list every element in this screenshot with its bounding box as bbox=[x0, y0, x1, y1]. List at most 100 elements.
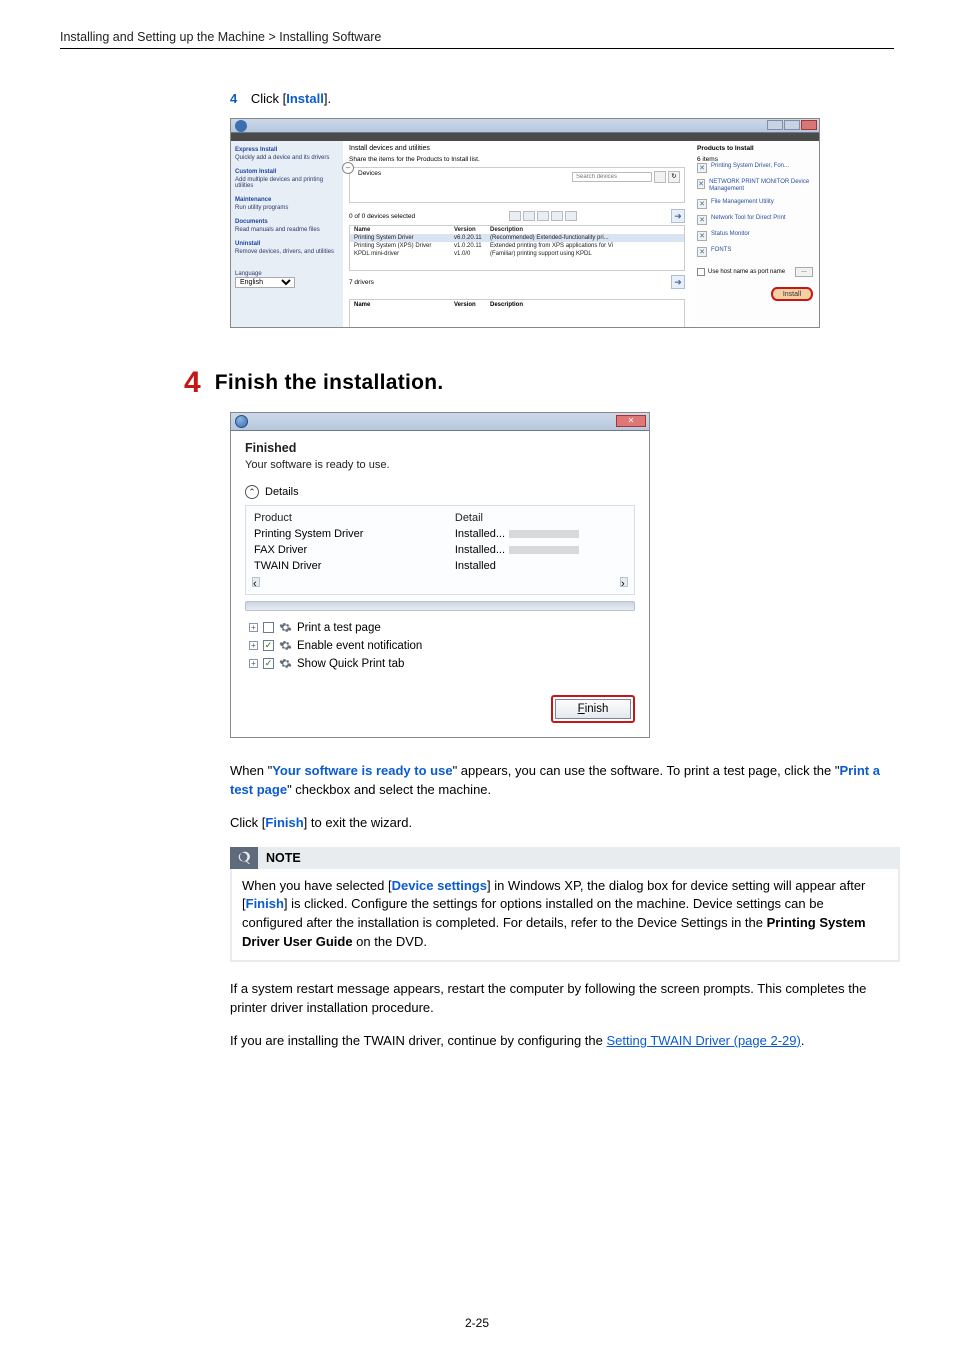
tree-expand-icon[interactable]: + bbox=[249, 623, 258, 632]
product-item-3: ✕Network Tool for Direct Print bbox=[697, 215, 813, 225]
note-label: NOTE bbox=[258, 847, 900, 869]
move-right-icon[interactable]: ➜ bbox=[671, 209, 685, 223]
para-click-finish: Click [Finish] to exit the wizard. bbox=[230, 814, 900, 833]
installer-main: Install devices and utilities Share the … bbox=[343, 141, 691, 327]
section-heading: 4 Finish the installation. bbox=[184, 368, 900, 398]
option-label: Show Quick Print tab bbox=[297, 658, 404, 670]
details-toggle[interactable]: ⌃ Details bbox=[245, 485, 635, 499]
option-print-test[interactable]: + Print a test page bbox=[249, 621, 635, 634]
toolbar-btn-2[interactable] bbox=[523, 211, 535, 221]
remove-icon[interactable]: ✕ bbox=[697, 247, 707, 257]
finish-keyword: Finish bbox=[265, 815, 303, 830]
installer-band bbox=[231, 133, 819, 141]
gear-icon bbox=[279, 639, 292, 652]
finish-keyword-2: Finish bbox=[246, 896, 284, 911]
product-item-0: ✕Printing System Driver, Fon... bbox=[697, 163, 813, 173]
language-dropdown[interactable]: English bbox=[235, 277, 295, 288]
devices-box: – Devices ↻ bbox=[349, 167, 685, 203]
close-icon[interactable]: ✕ bbox=[616, 415, 646, 427]
checkbox[interactable]: ✓ bbox=[263, 640, 274, 651]
drivers-footer-row: 7 drivers ➜ bbox=[349, 275, 685, 289]
products-count: 6 items bbox=[697, 156, 813, 163]
finish-dialog: ✕ Finished Your software is ready to use… bbox=[230, 412, 650, 738]
toolbar-btn-3[interactable] bbox=[537, 211, 549, 221]
redacted-text bbox=[509, 530, 579, 538]
reload-icon[interactable]: ↻ bbox=[668, 171, 680, 183]
driver-row-0[interactable]: Printing System Driver v6.0.20.11 (Recom… bbox=[350, 234, 684, 242]
option-quick-print[interactable]: + ✓ Show Quick Print tab bbox=[249, 657, 635, 670]
driver-row-2[interactable]: KPDL mini-driver v1.0/0 (Familiar) print… bbox=[350, 250, 684, 258]
toolbar-btn-1[interactable] bbox=[509, 211, 521, 221]
tree-expand-icon[interactable]: + bbox=[249, 659, 258, 668]
remove-icon[interactable]: ✕ bbox=[697, 215, 707, 225]
your-software-ready-keyword: Your software is ready to use bbox=[272, 763, 452, 778]
content-area: 4 Click [Install]. Express InstallQuickl… bbox=[230, 91, 900, 1050]
details-label: Details bbox=[265, 486, 299, 498]
remove-icon[interactable]: ✕ bbox=[697, 163, 707, 173]
products-panel: Products to Install 6 items ✕Printing Sy… bbox=[691, 141, 819, 327]
move-right-drivers-icon[interactable]: ➜ bbox=[671, 275, 685, 289]
details-table: Product Detail Printing System Driver In… bbox=[245, 505, 635, 595]
sidebar-item-express[interactable]: Express InstallQuickly add a device and … bbox=[235, 147, 339, 161]
finish-button[interactable]: Finish bbox=[555, 699, 631, 719]
drivers-count: 7 drivers bbox=[349, 279, 374, 286]
hostname-checkbox[interactable] bbox=[697, 268, 705, 276]
installer-body: Express InstallQuickly add a device and … bbox=[231, 141, 819, 327]
product-item-2: ✕File Management Utility bbox=[697, 199, 813, 209]
finish-options: + Print a test page + ✓ Enable even bbox=[245, 621, 635, 670]
product-item-1: ✕NETWORK PRINT MONITOR Device Management bbox=[697, 179, 813, 193]
section-title: Finish the installation. bbox=[215, 368, 444, 395]
devices-toggle-icon[interactable]: – bbox=[342, 162, 354, 174]
min-button[interactable] bbox=[767, 120, 783, 130]
search-input[interactable] bbox=[572, 172, 652, 182]
checkbox[interactable] bbox=[263, 622, 274, 633]
table-row: TWAIN Driver Installed bbox=[246, 558, 634, 574]
option-event-notification[interactable]: + ✓ Enable event notification bbox=[249, 639, 635, 652]
toolbar-btn-4[interactable] bbox=[551, 211, 563, 221]
para-software-ready: When "Your software is ready to use" app… bbox=[230, 762, 900, 800]
close-button[interactable] bbox=[801, 120, 817, 130]
search-dropdown-icon[interactable] bbox=[654, 171, 666, 183]
devices-head-label: Devices bbox=[358, 170, 381, 177]
remove-icon[interactable]: ✕ bbox=[697, 199, 707, 209]
remove-icon[interactable]: ✕ bbox=[697, 231, 707, 241]
step4-number: 4 bbox=[230, 91, 237, 106]
scroll-right-icon[interactable]: › bbox=[620, 577, 628, 587]
devices-toolbar bbox=[509, 211, 577, 221]
remove-icon[interactable]: ✕ bbox=[697, 179, 705, 189]
products-title: Products to Install bbox=[697, 145, 813, 152]
browse-icon[interactable]: … bbox=[795, 267, 813, 277]
installer-subtitle: Share the items for the Products to Inst… bbox=[349, 156, 685, 163]
install-button[interactable]: Install bbox=[771, 287, 813, 301]
sidebar-item-uninstall[interactable]: UninstallRemove devices, drivers, and ut… bbox=[235, 241, 339, 255]
installer-title: Install devices and utilities bbox=[349, 145, 685, 152]
finish-message: Your software is ready to use. bbox=[245, 459, 635, 471]
gear-icon bbox=[279, 657, 292, 670]
finish-heading: Finished bbox=[245, 441, 635, 455]
max-button[interactable] bbox=[784, 120, 800, 130]
para-twain: If you are installing the TWAIN driver, … bbox=[230, 1032, 900, 1051]
option-label: Enable event notification bbox=[297, 640, 422, 652]
table-row: Printing System Driver Installed... bbox=[246, 526, 634, 542]
installer-sidebar: Express InstallQuickly add a device and … bbox=[231, 141, 343, 327]
tree-expand-icon[interactable]: + bbox=[249, 641, 258, 650]
option-label: Print a test page bbox=[297, 622, 381, 634]
toolbar-btn-5[interactable] bbox=[565, 211, 577, 221]
sidebar-item-maintenance[interactable]: MaintenanceRun utility programs bbox=[235, 197, 339, 211]
installer-titlebar bbox=[231, 119, 819, 133]
section-number: 4 bbox=[184, 368, 201, 398]
table-header: Product Detail bbox=[246, 510, 634, 526]
setting-twain-driver-link[interactable]: Setting TWAIN Driver (page 2-29) bbox=[606, 1033, 800, 1048]
scroll-left-icon[interactable]: ‹ bbox=[252, 577, 260, 587]
checkbox[interactable]: ✓ bbox=[263, 658, 274, 669]
back-icon[interactable] bbox=[235, 415, 248, 428]
window-buttons bbox=[767, 120, 817, 130]
back-icon[interactable] bbox=[235, 120, 247, 132]
sidebar-item-documents[interactable]: DocumentsRead manuals and readme files bbox=[235, 219, 339, 233]
chevron-up-icon: ⌃ bbox=[245, 485, 259, 499]
step4-line: 4 Click [Install]. bbox=[230, 91, 900, 106]
driver-row-1[interactable]: Printing System (XPS) Driver v1.0.20.11 … bbox=[350, 242, 684, 250]
drivers-header-row: Name Version Description bbox=[350, 226, 684, 234]
sidebar-item-custom[interactable]: Custom InstallAdd multiple devices and p… bbox=[235, 169, 339, 189]
hostname-option[interactable]: Use host name as port name … bbox=[697, 267, 813, 277]
